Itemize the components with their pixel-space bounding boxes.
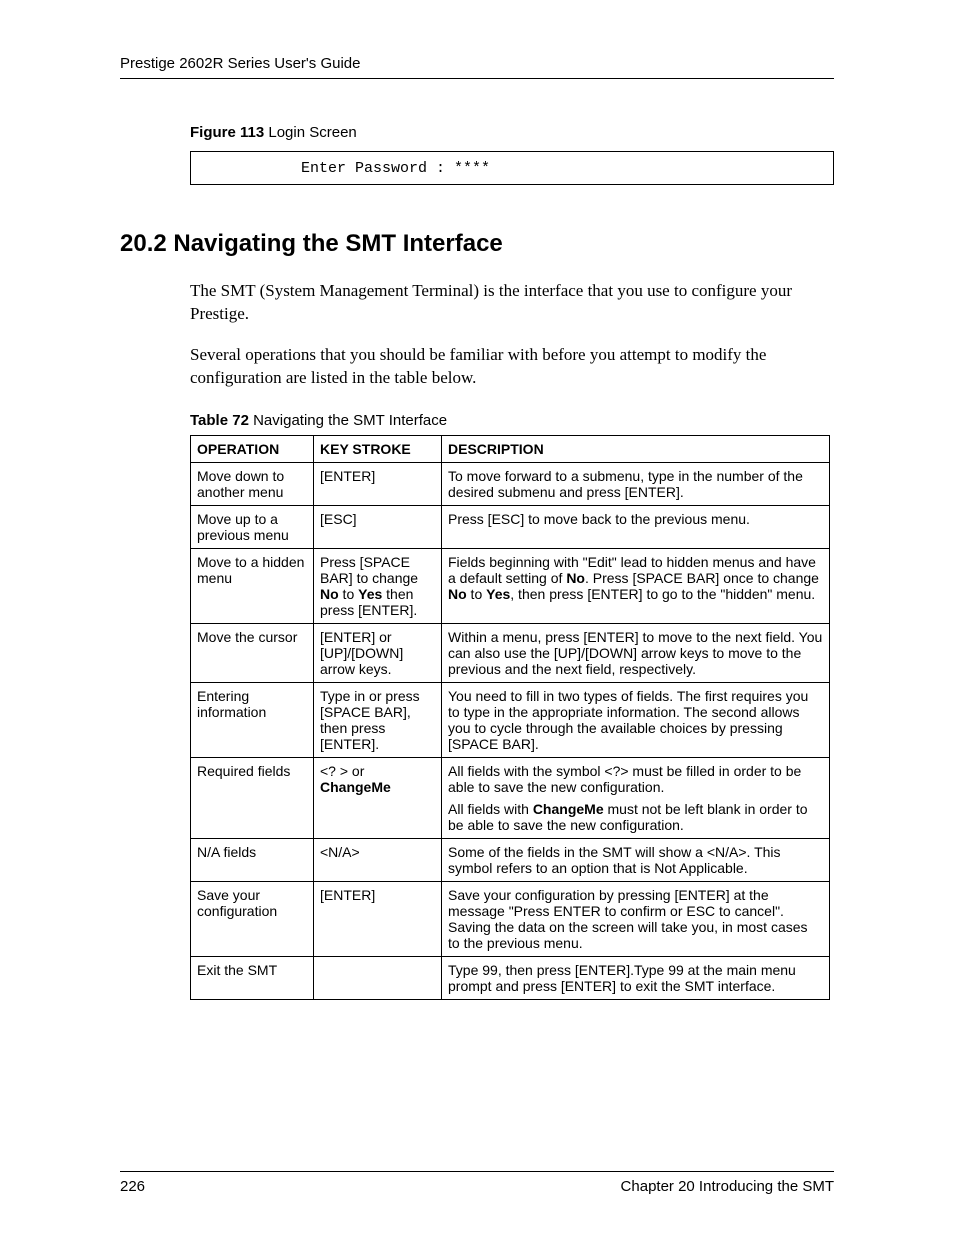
cell-operation: Move to a hidden menu bbox=[191, 548, 314, 623]
table-row: Move down to another menu[ENTER]To move … bbox=[191, 462, 830, 505]
cell-operation: Save your configuration bbox=[191, 881, 314, 956]
cell-keystroke: Press [SPACE BAR] to change No to Yes th… bbox=[314, 548, 442, 623]
cell-keystroke: [ESC] bbox=[314, 505, 442, 548]
cell-keystroke: [ENTER] bbox=[314, 462, 442, 505]
cell-keystroke: Type in or press [SPACE BAR], then press… bbox=[314, 682, 442, 757]
cell-description: All fields with the symbol <?> must be f… bbox=[442, 757, 830, 838]
figure-caption: Figure 113 Login Screen bbox=[190, 124, 834, 141]
cell-keystroke: [ENTER] or [UP]/[DOWN] arrow keys. bbox=[314, 623, 442, 682]
cell-operation: N/A fields bbox=[191, 838, 314, 881]
col-header-keystroke: KEY STROKE bbox=[314, 435, 442, 462]
smt-operations-table: OPERATION KEY STROKE DESCRIPTION Move do… bbox=[190, 435, 830, 1000]
cell-description: Fields beginning with "Edit" lead to hid… bbox=[442, 548, 830, 623]
cell-keystroke: <? > or ChangeMe bbox=[314, 757, 442, 838]
running-header: Prestige 2602R Series User's Guide bbox=[120, 55, 834, 79]
table-row: N/A fields<N/A>Some of the fields in the… bbox=[191, 838, 830, 881]
figure-login-screen: Enter Password : **** bbox=[190, 151, 834, 185]
body-paragraph-1: The SMT (System Management Terminal) is … bbox=[190, 280, 834, 326]
cell-description: Save your configuration by pressing [ENT… bbox=[442, 881, 830, 956]
table-row: Move to a hidden menuPress [SPACE BAR] t… bbox=[191, 548, 830, 623]
figure-label-rest: Login Screen bbox=[264, 124, 357, 141]
table-row: Entering informationType in or press [SP… bbox=[191, 682, 830, 757]
col-header-description: DESCRIPTION bbox=[442, 435, 830, 462]
cell-description: You need to fill in two types of fields.… bbox=[442, 682, 830, 757]
cell-description: To move forward to a submenu, type in th… bbox=[442, 462, 830, 505]
cell-operation: Move up to a previous menu bbox=[191, 505, 314, 548]
page-number: 226 bbox=[120, 1178, 145, 1195]
cell-keystroke bbox=[314, 956, 442, 999]
figure-content: Enter Password : **** bbox=[301, 160, 490, 177]
cell-operation: Entering information bbox=[191, 682, 314, 757]
table-row: Required fields<? > or ChangeMeAll field… bbox=[191, 757, 830, 838]
cell-operation: Exit the SMT bbox=[191, 956, 314, 999]
table-label: Table 72 bbox=[190, 412, 249, 429]
figure-label: Figure 113 bbox=[190, 124, 264, 141]
table-row: Move the cursor[ENTER] or [UP]/[DOWN] ar… bbox=[191, 623, 830, 682]
cell-keystroke: [ENTER] bbox=[314, 881, 442, 956]
page-footer: 226 Chapter 20 Introducing the SMT bbox=[120, 1171, 834, 1195]
table-caption: Table 72 Navigating the SMT Interface bbox=[190, 412, 834, 429]
col-header-operation: OPERATION bbox=[191, 435, 314, 462]
body-paragraph-2: Several operations that you should be fa… bbox=[190, 344, 834, 390]
cell-description: Within a menu, press [ENTER] to move to … bbox=[442, 623, 830, 682]
cell-operation: Move down to another menu bbox=[191, 462, 314, 505]
table-label-rest: Navigating the SMT Interface bbox=[249, 412, 447, 429]
cell-description: Some of the fields in the SMT will show … bbox=[442, 838, 830, 881]
cell-description: Type 99, then press [ENTER].Type 99 at t… bbox=[442, 956, 830, 999]
cell-operation: Required fields bbox=[191, 757, 314, 838]
table-header-row: OPERATION KEY STROKE DESCRIPTION bbox=[191, 435, 830, 462]
cell-description: Press [ESC] to move back to the previous… bbox=[442, 505, 830, 548]
table-row: Move up to a previous menu[ESC]Press [ES… bbox=[191, 505, 830, 548]
chapter-label: Chapter 20 Introducing the SMT bbox=[621, 1178, 834, 1195]
cell-operation: Move the cursor bbox=[191, 623, 314, 682]
section-heading: 20.2 Navigating the SMT Interface bbox=[120, 230, 834, 258]
cell-keystroke: <N/A> bbox=[314, 838, 442, 881]
table-row: Save your configuration[ENTER]Save your … bbox=[191, 881, 830, 956]
table-row: Exit the SMT Type 99, then press [ENTER].… bbox=[191, 956, 830, 999]
